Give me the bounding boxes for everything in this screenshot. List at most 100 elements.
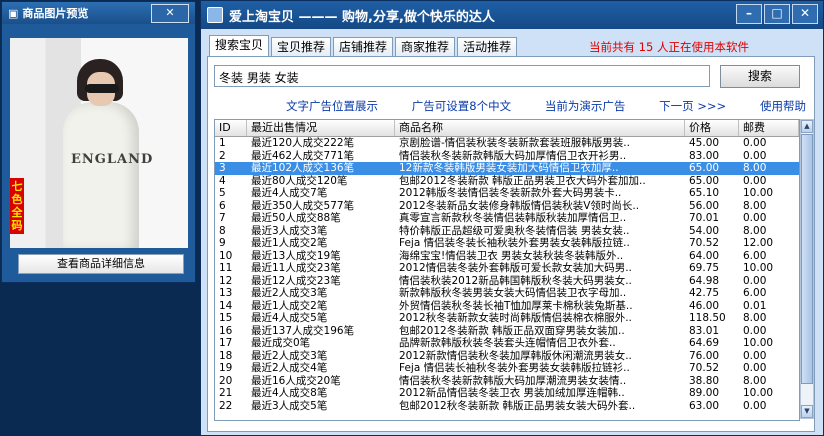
cell-sales: 最近4人成交8笔 — [251, 387, 328, 399]
preview-close-button[interactable]: ✕ — [151, 4, 189, 23]
cell-shipping: 0.00 — [743, 349, 767, 362]
scroll-up-icon[interactable]: ▲ — [801, 120, 813, 133]
cell-shipping: 0.00 — [743, 149, 767, 162]
cell-id: 13 — [219, 287, 233, 299]
cell-sales: 最近137人成交196笔 — [251, 324, 355, 337]
cell-id: 21 — [219, 387, 233, 399]
table-row[interactable]: 17 最近成交0笔 品牌新款韩版秋装冬装套头连帽情侣卫衣外套.. 64.69 10.00 — [215, 337, 799, 350]
scroll-down-icon[interactable]: ▼ — [801, 405, 813, 418]
cell-shipping: 0.00 — [743, 274, 767, 287]
cell-sales: 最近11人成交23笔 — [251, 262, 341, 274]
table-row[interactable]: 20 最近16人成交20笔 情侣装秋冬装新款韩版大码加厚潮流男装女装情.. 38.80… — [215, 375, 799, 388]
minimize-button[interactable]: – — [736, 4, 762, 24]
cell-shipping: 0.00 — [743, 174, 767, 187]
table-row[interactable]: 22 最近3人成交5笔 包邮2012秋冬装新款 韩版正品男装女装大码外套.. 63.0… — [215, 400, 799, 413]
table-row[interactable]: 9 最近1人成交2笔 Feja 情侣装冬装长袖秋装外套男装女装韩版拉链.. 70.52… — [215, 237, 799, 250]
cell-price: 83.00 — [689, 149, 720, 162]
tab-item-recommend[interactable]: 宝贝推荐 — [271, 37, 332, 56]
cell-sales: 最近16人成交20笔 — [251, 374, 341, 387]
cell-id: 22 — [219, 399, 233, 412]
table-row[interactable]: 10 最近13人成交19笔 海绵宝宝!情侣装卫衣 男装女装秋装冬装韩版外.. 64.0… — [215, 250, 799, 263]
tab-merchant-recommend[interactable]: 商家推荐 — [395, 37, 456, 56]
search-button[interactable]: 搜索 — [720, 65, 800, 88]
search-panel: 冬装 男装 女装 搜索 文字广告位置展示 广告可设置8个中文 当前为演示广告 下… — [207, 56, 815, 432]
table-row[interactable]: 11 最近11人成交23笔 2012情侣装冬装外套韩版可爱长款女装加大码男.. 69.… — [215, 262, 799, 275]
main-window: 爱上淘宝贝 ——— 购物,分享,做个快乐的达人 – □ ✕ 搜索宝贝 宝贝推荐 … — [200, 0, 824, 436]
table-body: 1 最近120人成交222笔 京剧脸谱-情侣装秋装冬装新款套装班服韩版男装.. 45.… — [215, 137, 799, 412]
close-button[interactable]: ✕ — [792, 4, 818, 24]
main-title-bar[interactable]: 爱上淘宝贝 ——— 购物,分享,做个快乐的达人 – □ ✕ — [201, 1, 823, 29]
table-row[interactable]: 2 最近462人成交771笔 情侣装秋冬装新款韩版大码加厚情侣卫衣开衫男.. 83.0… — [215, 150, 799, 163]
cell-shipping: 6.00 — [743, 287, 767, 299]
table-row[interactable]: 1 最近120人成交222笔 京剧脸谱-情侣装秋装冬装新款套装班服韩版男装.. 45.… — [215, 137, 799, 150]
cell-name: 特价韩版正品超级可爱奥秋冬装情侣装 男装女装.. — [399, 224, 630, 237]
model-figure: ENGLAND — [45, 54, 155, 248]
table-row[interactable]: 13 最近2人成交3笔 新款韩版秋冬装男装女装大码情侣装卫衣字母加.. 42.75 6.… — [215, 287, 799, 300]
cell-id: 19 — [219, 362, 233, 374]
cell-shipping: 0.01 — [743, 299, 767, 312]
cell-price: 42.75 — [689, 287, 720, 299]
table-row[interactable]: 19 最近2人成交4笔 Feja 情侣装长袖秋冬装外套男装女装韩版拉链衫.. 70.5… — [215, 362, 799, 375]
table-row[interactable]: 5 最近4人成交7笔 2012韩版冬装情侣装冬装新款外套大码男装卡.. 65.10 10… — [215, 187, 799, 200]
color-size-tag: 七色全码 — [10, 178, 24, 234]
cell-price: 118.50 — [689, 312, 726, 324]
ad-link-1[interactable]: 文字广告位置展示 — [286, 98, 378, 114]
cell-sales: 最近1人成交2笔 — [251, 299, 328, 312]
cell-shipping: 8.00 — [743, 224, 767, 237]
cell-id: 8 — [219, 224, 226, 237]
cell-price: 65.00 — [689, 174, 720, 187]
next-page-link[interactable]: 下一页 >>> — [659, 98, 726, 114]
tab-shop-recommend[interactable]: 店铺推荐 — [333, 37, 394, 56]
cell-id: 9 — [219, 237, 226, 249]
maximize-button[interactable]: □ — [764, 4, 790, 24]
preview-window-icon: ▣ — [8, 6, 19, 20]
tab-search[interactable]: 搜索宝贝 — [209, 35, 270, 56]
cell-sales: 最近350人成交577笔 — [251, 199, 355, 212]
table-row[interactable]: 8 最近3人成交3笔 特价韩版正品超级可爱奥秋冬装情侣装 男装女装.. 54.00 8.… — [215, 225, 799, 238]
table-row[interactable]: 4 最近80人成交120笔 包邮2012冬装新款 韩版正品男装卫衣大码外套加加.. 6… — [215, 175, 799, 188]
results-table: ID 最近出售情况 商品名称 价格 邮费 1 最近120人成交222笔 京剧脸谱-情… — [214, 119, 800, 421]
cell-id: 11 — [219, 262, 233, 274]
cell-shipping: 0.00 — [743, 324, 767, 337]
col-header-id[interactable]: ID — [215, 120, 247, 136]
view-detail-button[interactable]: 查看商品详细信息 — [18, 254, 184, 274]
cell-id: 10 — [219, 249, 233, 262]
tab-activity-recommend[interactable]: 活动推荐 — [457, 37, 518, 56]
col-header-name[interactable]: 商品名称 — [395, 120, 685, 136]
hoodie-shape — [63, 102, 139, 248]
cell-id: 20 — [219, 374, 233, 387]
table-row[interactable]: 3 最近102人成交136笔 12新款冬装韩版男装女装加大码情侣卫衣加厚.. 65.0… — [215, 162, 799, 175]
cell-name: 包邮2012秋冬装新款 韩版正品男装女装大码外套.. — [399, 399, 636, 412]
cell-shipping: 8.00 — [743, 162, 767, 174]
col-header-sales[interactable]: 最近出售情况 — [247, 120, 395, 136]
table-scrollbar[interactable]: ▲ ▼ — [800, 119, 814, 419]
table-row[interactable]: 6 最近350人成交577笔 2012冬装新品女装修身韩版情侣装秋装V领时尚长.. 5… — [215, 200, 799, 213]
cell-id: 18 — [219, 349, 233, 362]
cell-name: 2012新品情侣装冬装卫衣 男装加绒加厚连帽韩.. — [399, 387, 625, 399]
help-link[interactable]: 使用帮助 — [760, 98, 806, 114]
table-row[interactable]: 16 最近137人成交196笔 包邮2012冬装新款 韩版正品双面穿男装女装加.. 8… — [215, 325, 799, 338]
table-row[interactable]: 12 最近12人成交23笔 情侣装秋装2012新品韩国韩版秋冬装大码男装女.. 64.… — [215, 275, 799, 288]
cell-name: 2012秋冬装新款女装时尚韩版情侣装棉衣棉服外.. — [399, 312, 632, 324]
table-row[interactable]: 14 最近1人成交2笔 外贸情侣装秋冬装长袖T恤加厚莱卡棉秋装兔斯基.. 46.00 0… — [215, 300, 799, 313]
table-row[interactable]: 7 最近50人成交88笔 真零宣言新款秋冬装情侣装韩版秋装加厚情侣卫.. 70.01 0… — [215, 212, 799, 225]
col-header-shipping[interactable]: 邮费 — [739, 120, 799, 136]
cell-id: 2 — [219, 149, 226, 162]
ad-link-2[interactable]: 广告可设置8个中文 — [412, 98, 511, 114]
search-input[interactable]: 冬装 男装 女装 — [214, 65, 710, 87]
cell-shipping: 12.00 — [743, 237, 774, 249]
table-row[interactable]: 21 最近4人成交8笔 2012新品情侣装冬装卫衣 男装加绒加厚连帽韩.. 89.00… — [215, 387, 799, 400]
cell-name: 品牌新款韩版秋装冬装套头连帽情侣卫衣外套.. — [399, 337, 616, 349]
cell-sales: 最近462人成交771笔 — [251, 149, 355, 162]
ad-link-3[interactable]: 当前为演示广告 — [545, 98, 626, 114]
cell-price: 70.01 — [689, 212, 720, 224]
cell-price: 64.98 — [689, 274, 720, 287]
cell-id: 16 — [219, 324, 233, 337]
col-header-price[interactable]: 价格 — [685, 120, 739, 136]
cell-name: 2012情侣装冬装外套韩版可爱长款女装加大码男.. — [399, 262, 632, 274]
cell-shipping: 10.00 — [743, 387, 774, 399]
cell-sales: 最近2人成交3笔 — [251, 349, 328, 362]
scroll-thumb[interactable] — [801, 134, 813, 384]
table-row[interactable]: 18 最近2人成交3笔 2012新款情侣装秋冬装加厚韩版休闲潮流男装女.. 76.00… — [215, 350, 799, 363]
table-row[interactable]: 15 最近4人成交5笔 2012秋冬装新款女装时尚韩版情侣装棉衣棉服外.. 118.5… — [215, 312, 799, 325]
